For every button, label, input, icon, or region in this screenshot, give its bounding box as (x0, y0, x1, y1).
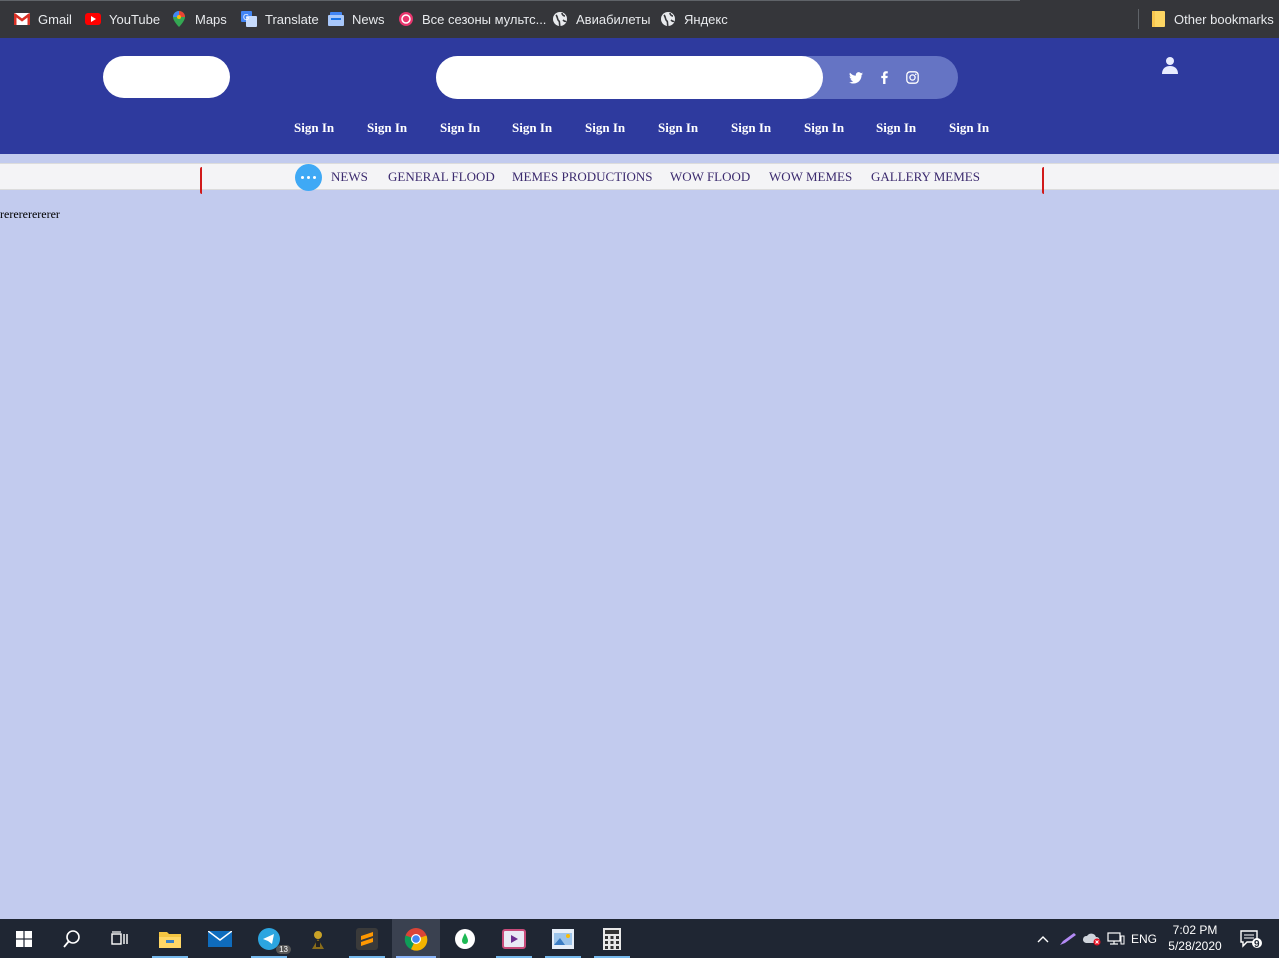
nav-sign-in-link[interactable]: Sign In (658, 120, 698, 136)
windows-taskbar: 13 ENG 7:02 PM 5/28/2020 9 (0, 919, 1279, 958)
task-view-icon[interactable] (96, 919, 144, 958)
bookmarks-bar: Gmail YouTube Maps G Translate News Все … (0, 0, 1279, 38)
search-input[interactable] (436, 56, 823, 99)
bookmarks-divider (1138, 9, 1139, 29)
bookmark-label: YouTube (109, 11, 161, 27)
nav-sign-in-link[interactable]: Sign In (585, 120, 625, 136)
mail-icon[interactable] (196, 919, 244, 958)
nav-sign-in-link[interactable]: Sign In (294, 120, 334, 136)
file-explorer-icon[interactable] (146, 919, 194, 958)
nav-sign-in-link[interactable]: Sign In (876, 120, 916, 136)
svg-text:G: G (243, 13, 249, 22)
nav-sign-in-link[interactable]: Sign In (731, 120, 771, 136)
gmail-icon (14, 11, 30, 27)
translate-icon: G (241, 11, 257, 27)
category-bar: NEWS GENERAL FLOOD MEMES PRODUCTIONS WOW… (0, 163, 1279, 194)
site-header: Sign In Sign In Sign In Sign In Sign In … (0, 38, 1279, 154)
category-wow-memes[interactable]: WOW MEMES (769, 169, 852, 185)
facebook-icon[interactable] (874, 56, 894, 99)
nav-sign-in-link[interactable]: Sign In (512, 120, 552, 136)
telegram-icon[interactable]: 13 (245, 919, 293, 958)
clock-time: 7:02 PM (1172, 923, 1218, 937)
chevron-up-icon[interactable] (1033, 919, 1053, 958)
telegram-unread-badge: 13 (276, 945, 291, 954)
game-icon[interactable] (294, 919, 342, 958)
right-bracket-marker (1042, 167, 1046, 194)
notification-center-icon[interactable]: 9 (1234, 919, 1268, 958)
search-icon[interactable] (48, 919, 96, 958)
bookmark-label: Gmail (38, 11, 72, 27)
bookmark-label: Maps (195, 11, 227, 27)
cartoon-site-icon (398, 11, 414, 27)
start-icon[interactable] (0, 919, 48, 958)
bookmark-news[interactable]: News (328, 0, 385, 38)
category-wow-flood[interactable]: WOW FLOOD (670, 169, 750, 185)
globe-icon (660, 11, 676, 27)
bookmark-label: Translate (265, 11, 319, 27)
youtube-icon (85, 11, 101, 27)
bookmark-label: Яндекс (684, 11, 728, 27)
category-general-flood[interactable]: GENERAL FLOOD (388, 169, 495, 185)
twitter-icon[interactable] (846, 56, 866, 99)
bookmark-translate[interactable]: G Translate (241, 0, 319, 38)
page-content-text: rerererererer (0, 207, 60, 221)
network-icon[interactable] (1105, 919, 1127, 958)
news-icon (328, 11, 344, 27)
bookmark-label: Все сезоны мультс... (422, 11, 547, 27)
folder-icon (1150, 11, 1166, 27)
nav-sign-in-link[interactable]: Sign In (949, 120, 989, 136)
search-bar (436, 56, 958, 99)
chrome-icon[interactable] (392, 919, 440, 958)
category-memes-productions[interactable]: MEMES PRODUCTIONS (512, 169, 653, 185)
bookmark-yandex[interactable]: Яндекс (660, 0, 728, 38)
header-nav: Sign In Sign In Sign In Sign In Sign In … (0, 120, 1279, 140)
app-icon[interactable] (441, 919, 489, 958)
calculator-icon[interactable] (588, 919, 636, 958)
clock-date: 5/28/2020 (1168, 939, 1222, 953)
site-logo[interactable] (103, 56, 230, 98)
other-bookmarks-label: Other bookmarks (1174, 11, 1274, 27)
bookmark-maps[interactable]: Maps (171, 0, 227, 38)
category-gallery-memes[interactable]: GALLERY MEMES (871, 169, 980, 185)
more-menu-button[interactable] (295, 164, 322, 191)
nav-sign-in-link[interactable]: Sign In (804, 120, 844, 136)
user-account-icon[interactable] (1160, 56, 1180, 76)
bookmark-label: Авиабилеты (576, 11, 651, 27)
onedrive-error-icon[interactable] (1081, 919, 1103, 958)
sublime-text-icon[interactable] (343, 919, 391, 958)
video-editor-icon[interactable] (490, 919, 538, 958)
left-bracket-marker (200, 167, 204, 194)
clock[interactable]: 7:02 PM 5/28/2020 (1162, 922, 1228, 954)
other-bookmarks-folder[interactable]: Other bookmarks (1150, 0, 1274, 38)
instagram-icon[interactable] (902, 56, 922, 99)
nav-sign-in-link[interactable]: Sign In (440, 120, 480, 136)
globe-icon (552, 11, 568, 27)
pen-icon[interactable] (1057, 919, 1079, 958)
nav-sign-in-link[interactable]: Sign In (367, 120, 407, 136)
bookmark-label: News (352, 11, 385, 27)
bookmark-youtube[interactable]: YouTube (85, 0, 160, 38)
bookmark-gmail[interactable]: Gmail (14, 0, 72, 38)
notification-count: 9 (1254, 939, 1260, 950)
bookmark-cartoons[interactable]: Все сезоны мультс... (398, 0, 546, 38)
language-indicator[interactable]: ENG (1128, 919, 1160, 958)
category-news[interactable]: NEWS (331, 169, 368, 185)
maps-icon (171, 11, 187, 27)
paint-icon[interactable] (539, 919, 587, 958)
bookmark-aviabilety[interactable]: Авиабилеты (552, 0, 650, 38)
